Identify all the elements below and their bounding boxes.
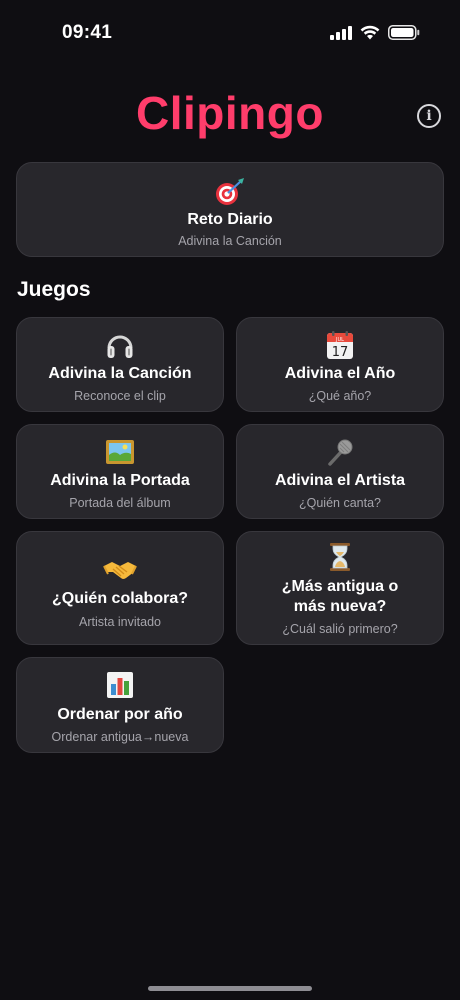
daily-challenge-title: Reto Diario (187, 211, 273, 228)
game-title: ¿Quién colabora? (51, 590, 188, 607)
app-title: Clipingo (136, 87, 324, 139)
calendar-day: 17 (332, 345, 349, 360)
handshake-icon (103, 554, 137, 584)
bar-chart-icon (105, 670, 135, 700)
game-card-guess-song[interactable]: Adivina la Canción Reconoce el clip (16, 317, 224, 412)
game-subtitle: Artista invitado (79, 615, 161, 629)
microphone-icon (325, 437, 355, 467)
home-indicator (148, 986, 312, 991)
headphones-icon (105, 330, 135, 360)
calendar-month: JUL (335, 337, 344, 343)
game-card-guess-artist[interactable]: Adivina el Artista ¿Quién canta? (236, 424, 444, 519)
game-title: Adivina el Artista (274, 472, 406, 489)
daily-challenge-card[interactable]: Reto Diario Adivina la Canción (16, 162, 444, 257)
game-subtitle: ¿Cuál salió primero? (282, 622, 398, 636)
game-subtitle: Ordenar antigua→nueva (51, 730, 189, 744)
target-dart-icon (214, 177, 246, 207)
calendar-icon: JUL 17 (325, 330, 355, 360)
games-heading: Juegos (17, 278, 91, 301)
game-card-who-collaborates[interactable]: ¿Quién colabora? Artista invitado (16, 531, 224, 645)
game-title: Adivina la Canción (48, 365, 192, 382)
battery-icon (388, 25, 420, 40)
game-card-sort-by-year[interactable]: Ordenar por año Ordenar antigua→nueva (16, 657, 224, 753)
game-subtitle: Reconoce el clip (74, 389, 166, 403)
cellular-signal-icon (330, 25, 352, 40)
game-title-line-1: ¿Más antigua o (281, 578, 399, 595)
game-subtitle: ¿Qué año? (308, 389, 372, 403)
status-icons (330, 25, 420, 40)
game-subtitle: ¿Quién canta? (299, 496, 381, 510)
status-time: 09:41 (62, 22, 113, 43)
wifi-icon (360, 25, 380, 40)
game-card-older-or-newer[interactable]: ¿Más antigua o más nueva? ¿Cuál salió pr… (236, 531, 444, 645)
daily-challenge-subtitle: Adivina la Canción (178, 234, 282, 248)
game-title: Adivina la Portada (50, 472, 190, 489)
info-icon: i (426, 108, 432, 124)
info-button[interactable]: i (417, 104, 441, 128)
game-title-line-2: más nueva? (293, 598, 387, 615)
framed-picture-icon (105, 437, 135, 467)
status-bar: 09:41 (0, 0, 460, 64)
game-card-guess-cover[interactable]: Adivina la Portada Portada del álbum (16, 424, 224, 519)
game-title: Ordenar por año (57, 706, 183, 723)
game-card-guess-year[interactable]: JUL 17 Adivina el Año ¿Qué año? (236, 317, 444, 412)
game-subtitle: Portada del álbum (69, 496, 171, 510)
hourglass-icon (328, 542, 352, 572)
game-title: Adivina el Año (284, 365, 396, 382)
